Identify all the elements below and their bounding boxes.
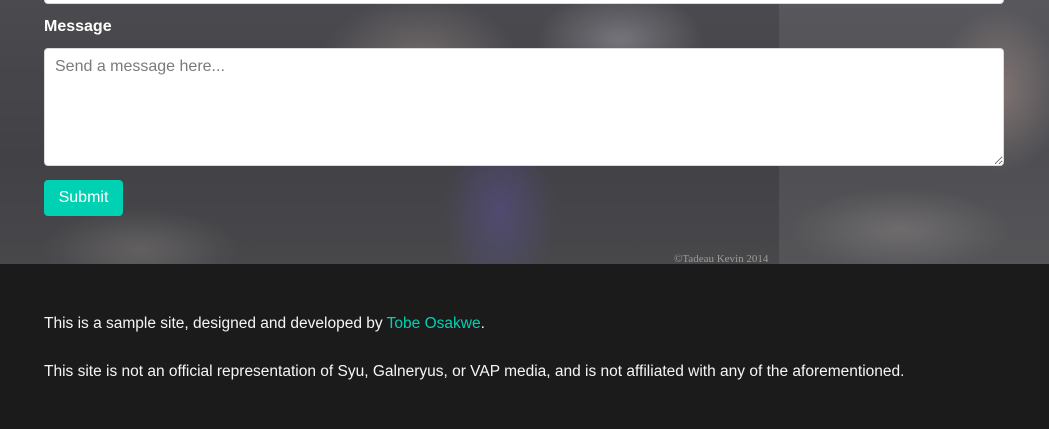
footer-disclaimer: This site is not an official representat… [44, 363, 905, 380]
site-footer: This is a sample site, designed and deve… [0, 264, 1049, 429]
footer-credit: This is a sample site, designed and deve… [44, 315, 485, 333]
previous-input-field[interactable] [44, 0, 1004, 4]
footer-credit-text: This is a sample site, designed and deve… [44, 315, 387, 332]
submit-button[interactable]: Submit [44, 180, 123, 216]
footer-credit-end: . [480, 315, 485, 332]
message-label: Message [44, 18, 112, 35]
message-textarea[interactable] [44, 48, 1004, 166]
author-link[interactable]: Tobe Osakwe [387, 315, 481, 332]
hero-background: Message Submit ©Tadeau Kevin 2014 [0, 0, 1049, 264]
photo-watermark: ©Tadeau Kevin 2014 [674, 253, 769, 264]
